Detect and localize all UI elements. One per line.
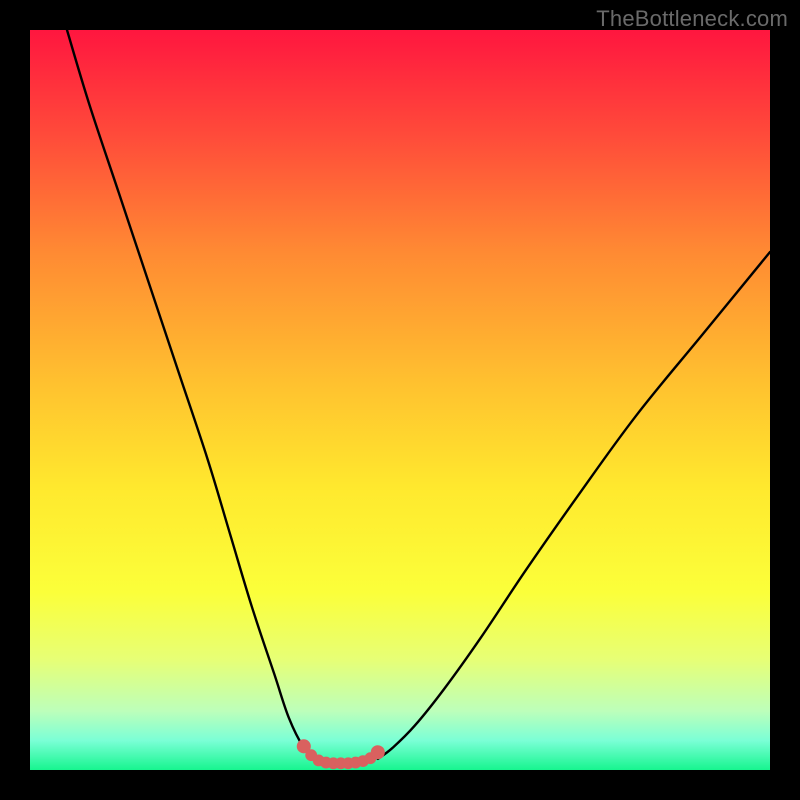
curve-left-branch: [67, 30, 315, 759]
chart-svg: [30, 30, 770, 770]
plot-area: [30, 30, 770, 770]
watermark-text: TheBottleneck.com: [596, 6, 788, 32]
series-group: [67, 30, 770, 759]
marker-group: [297, 739, 385, 769]
curve-right-branch: [378, 252, 770, 759]
outer-frame: TheBottleneck.com: [0, 0, 800, 800]
optimal-marker: [371, 745, 385, 759]
